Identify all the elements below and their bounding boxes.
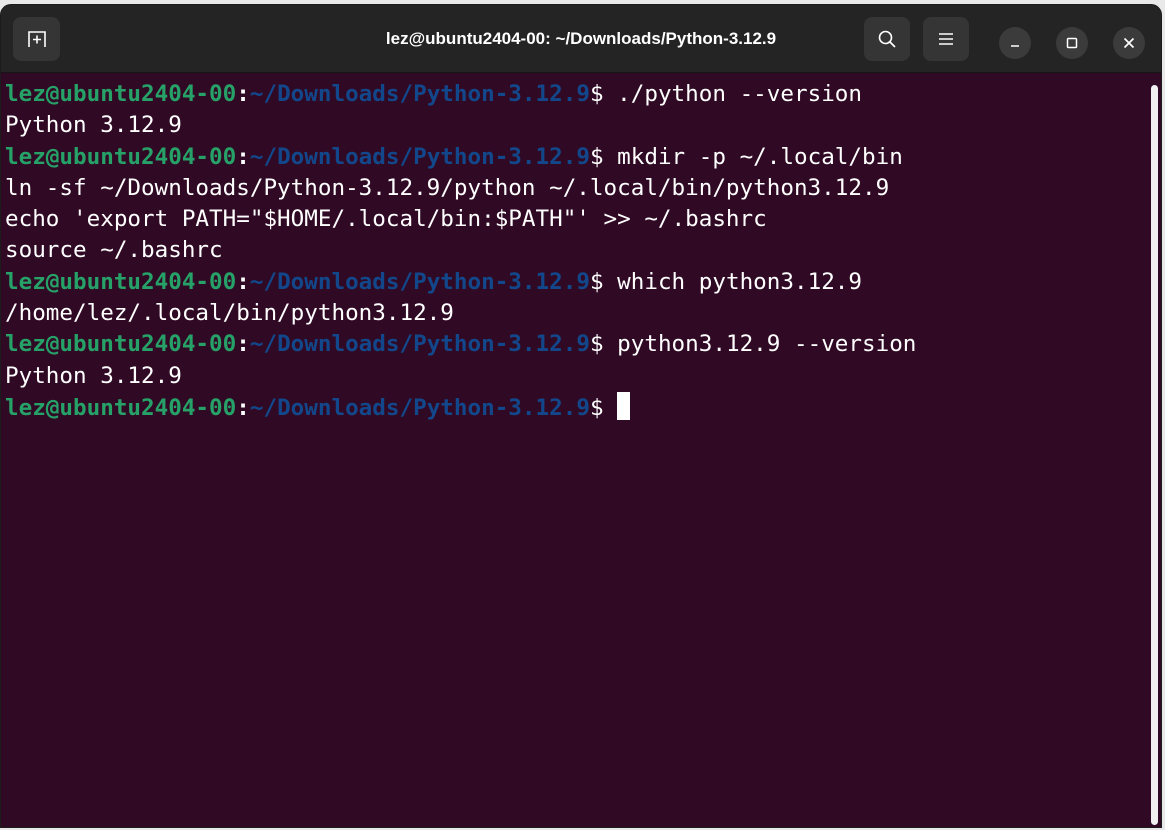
vertical-scrollbar[interactable] bbox=[1151, 85, 1158, 825]
prompt-user-host: lez@ubuntu2404-00 bbox=[5, 331, 237, 358]
terminal-line-prompt: lez@ubuntu2404-00:~/Downloads/Python-3.1… bbox=[5, 142, 1157, 173]
terminal-line-output: source ~/.bashrc bbox=[5, 237, 223, 264]
prompt-separator: : bbox=[236, 331, 250, 358]
window-title: lez@ubuntu2404-00: ~/Downloads/Python-3.… bbox=[385, 29, 777, 48]
prompt-path: ~/Downloads/Python-3.12.9 bbox=[249, 143, 590, 170]
prompt-path: ~/Downloads/Python-3.12.9 bbox=[249, 268, 590, 295]
prompt-user-host: lez@ubuntu2404-00 bbox=[5, 394, 237, 421]
prompt-symbol: $ bbox=[589, 394, 604, 421]
close-button[interactable] bbox=[1113, 27, 1145, 59]
prompt-symbol: $ bbox=[589, 331, 604, 358]
prompt-user-host: lez@ubuntu2404-00 bbox=[5, 81, 237, 107]
search-button[interactable] bbox=[864, 17, 910, 61]
terminal-line-output: echo 'export PATH="$HOME/.local/bin:$PAT… bbox=[5, 206, 767, 233]
prompt-path: ~/Downloads/Python-3.12.9 bbox=[249, 81, 590, 107]
prompt-separator: : bbox=[236, 143, 250, 170]
terminal-line-prompt: lez@ubuntu2404-00:~/Downloads/Python-3.1… bbox=[5, 267, 1157, 298]
terminal-line-output: ln -sf ~/Downloads/Python-3.12.9/python … bbox=[5, 174, 890, 201]
prompt-separator: : bbox=[236, 268, 250, 295]
prompt-separator: : bbox=[236, 81, 250, 107]
title-bar[interactable]: lez@ubuntu2404-00: ~/Downloads/Python-3.… bbox=[1, 5, 1161, 73]
terminal-line-output: Python 3.12.9 bbox=[5, 362, 182, 389]
terminal-line-prompt-active[interactable]: lez@ubuntu2404-00:~/Downloads/Python-3.1… bbox=[5, 391, 1157, 423]
prompt-separator: : bbox=[236, 394, 250, 421]
minimize-button[interactable] bbox=[999, 27, 1031, 59]
command-text: ./python --version bbox=[603, 81, 862, 107]
menu-button[interactable] bbox=[923, 17, 969, 61]
prompt-path: ~/Downloads/Python-3.12.9 bbox=[249, 331, 590, 358]
terminal-window: lez@ubuntu2404-00: ~/Downloads/Python-3.… bbox=[0, 4, 1162, 828]
minimize-icon bbox=[1011, 45, 1019, 47]
prompt-symbol: $ bbox=[589, 81, 604, 107]
new-tab-button[interactable] bbox=[13, 17, 60, 61]
maximize-icon bbox=[1066, 37, 1078, 49]
close-icon bbox=[1123, 37, 1135, 49]
terminal-line-output: Python 3.12.9 bbox=[5, 112, 182, 139]
hamburger-menu-icon bbox=[939, 33, 953, 45]
terminal-output[interactable]: lez@ubuntu2404-00:~/Downloads/Python-3.1… bbox=[1, 73, 1161, 827]
prompt-user-host: lez@ubuntu2404-00 bbox=[5, 268, 237, 295]
terminal-line-output: /home/lez/.local/bin/python3.12.9 bbox=[5, 300, 454, 327]
terminal-line-prompt: lez@ubuntu2404-00:~/Downloads/Python-3.1… bbox=[5, 79, 1157, 110]
new-tab-icon bbox=[27, 31, 46, 47]
command-text: which python3.12.9 bbox=[603, 268, 862, 295]
command-text bbox=[604, 395, 618, 421]
prompt-path: ~/Downloads/Python-3.12.9 bbox=[249, 394, 590, 421]
command-text: python3.12.9 --version bbox=[603, 331, 917, 358]
text-cursor bbox=[617, 391, 631, 420]
maximize-button[interactable] bbox=[1056, 27, 1088, 59]
prompt-symbol: $ bbox=[589, 143, 604, 170]
prompt-symbol: $ bbox=[589, 268, 604, 295]
search-icon bbox=[878, 30, 896, 48]
command-text: mkdir -p ~/.local/bin bbox=[603, 143, 903, 170]
prompt-user-host: lez@ubuntu2404-00 bbox=[5, 143, 237, 170]
terminal-line-prompt: lez@ubuntu2404-00:~/Downloads/Python-3.1… bbox=[5, 329, 1157, 360]
